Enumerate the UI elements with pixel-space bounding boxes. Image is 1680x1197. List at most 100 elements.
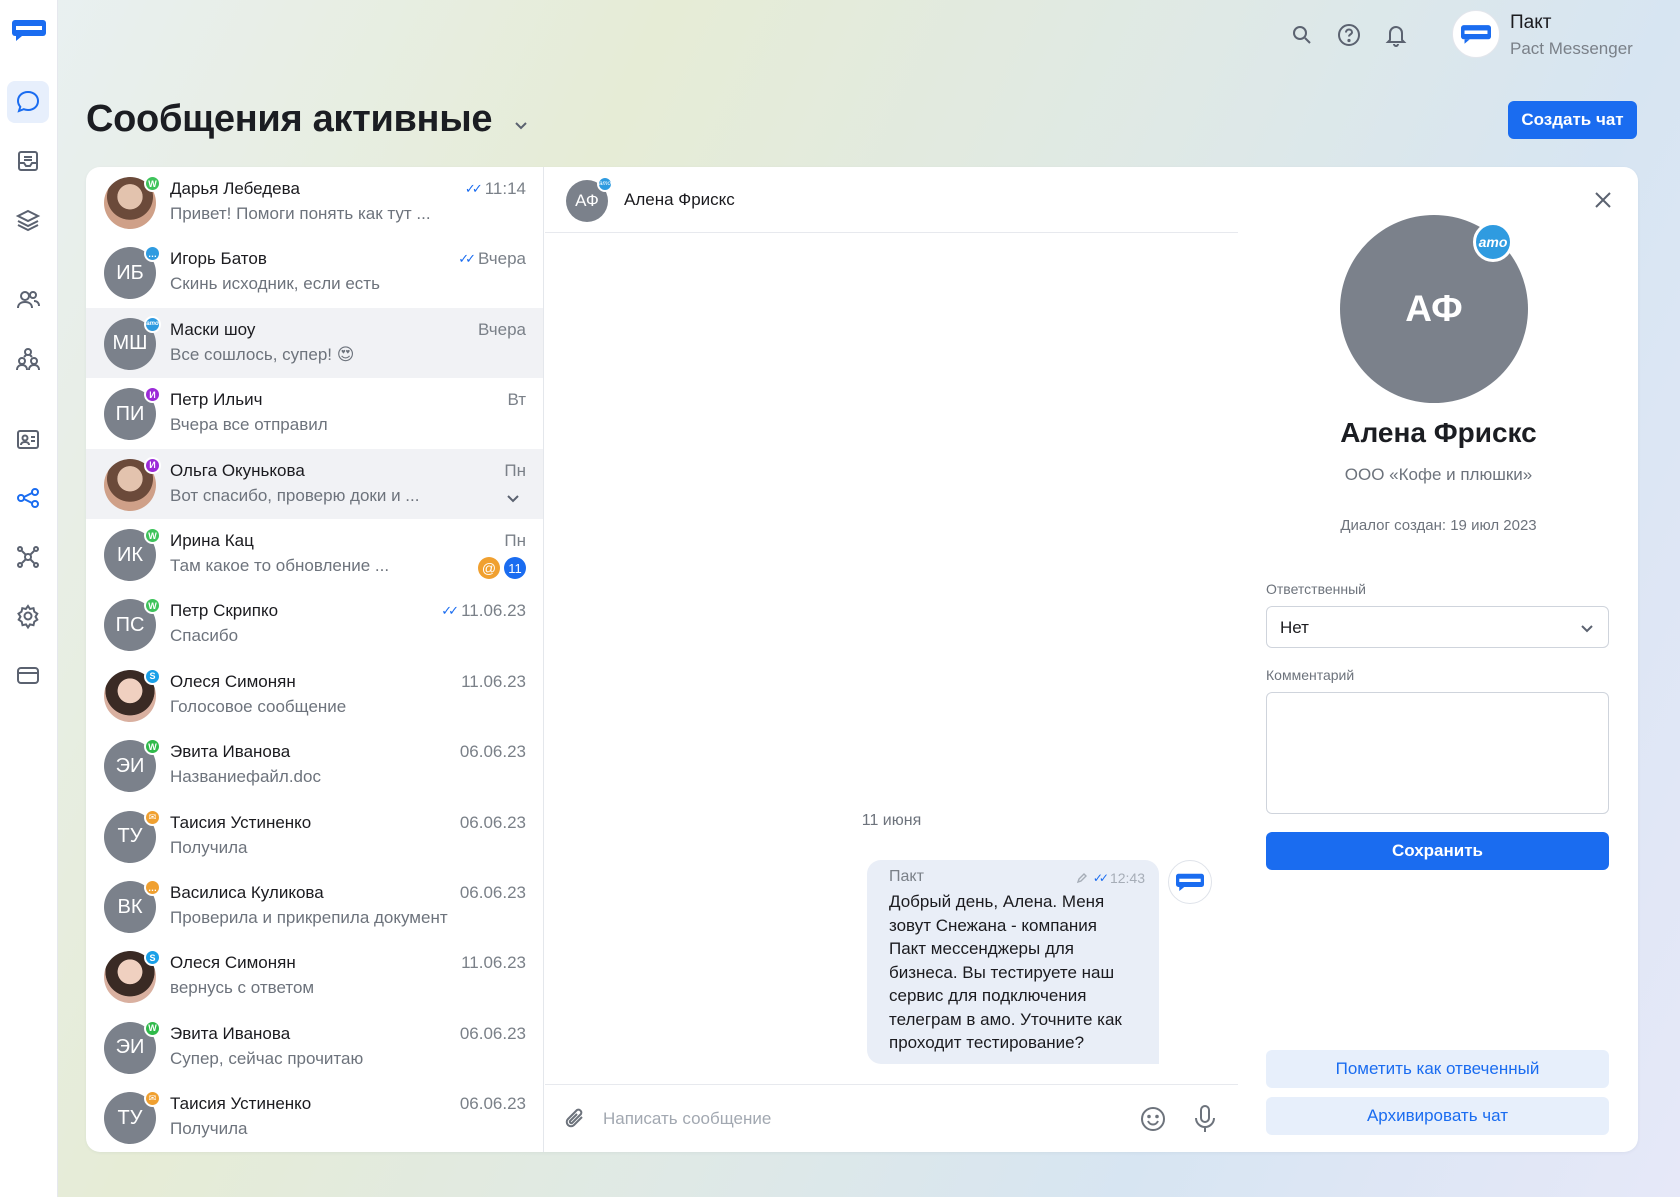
attach-paperclip-icon[interactable] bbox=[562, 1105, 590, 1133]
nav-contact-card-icon[interactable] bbox=[7, 418, 49, 460]
chat-orange-channel-icon: … bbox=[144, 879, 161, 896]
chat-name: Эвита Иванова bbox=[170, 1023, 291, 1043]
chat-list-item[interactable]: S Олеся Симонян вернусь с ответом 11.06.23 bbox=[86, 941, 543, 1011]
unread-count-badge: 11 bbox=[504, 557, 526, 579]
chat-time: 06.06.23 bbox=[460, 1024, 526, 1044]
account-subtitle: Pact Messenger bbox=[1510, 39, 1633, 58]
nav-network-icon[interactable] bbox=[7, 536, 49, 578]
chat-name: Ирина Кац bbox=[170, 531, 254, 550]
whatsapp-channel-icon: W bbox=[144, 527, 161, 544]
instagram-channel-icon: И bbox=[144, 456, 161, 474]
contact-name: Алена Фрискс bbox=[1340, 417, 1537, 448]
chat-preview: Голосовое сообщение bbox=[170, 696, 347, 716]
chat-time: Вт bbox=[507, 390, 526, 410]
chat-list-item[interactable]: ЭИ W Эвита Иванова Названиефайл.doc 06.06.23 bbox=[86, 730, 543, 800]
chat-preview: Скинь исходник, если есть bbox=[170, 274, 380, 294]
chat-time-text: 06.06.23 bbox=[459, 883, 526, 902]
sidebar bbox=[0, 0, 58, 1197]
chat-list-item[interactable]: ТУ ✉ Таисия Устиненко Получила 06.06.23 bbox=[86, 1082, 543, 1152]
chat-preview: Супер, сейчас прочитаю bbox=[170, 1048, 364, 1068]
nav-gear-icon[interactable] bbox=[7, 595, 49, 637]
chat-time: 06.06.23 bbox=[460, 742, 526, 762]
whatsapp-channel-icon: W bbox=[144, 597, 161, 615]
chat-list-item[interactable]: ВК… Василиса Куликова Проверила и прикрепи… bbox=[86, 871, 543, 941]
chat-list-item[interactable]: ИК W Ирина Кац Там какое то обновление ... П… bbox=[86, 519, 543, 589]
chat-list-item[interactable]: ЭИ W Эвита Иванова Супер, сейчас прочитаю 06… bbox=[86, 1012, 543, 1082]
comment-textarea[interactable] bbox=[1266, 692, 1609, 814]
chevron-down-icon bbox=[1581, 625, 1593, 633]
nav-layers-icon[interactable] bbox=[7, 199, 49, 241]
read-checks-icon: ✓✓ bbox=[458, 251, 476, 267]
date-separator: 11 июня bbox=[861, 812, 922, 829]
amo-channel-icon: amo bbox=[144, 315, 161, 333]
chat-channel-icon: … bbox=[144, 245, 161, 263]
nav-share-icon[interactable] bbox=[7, 477, 49, 519]
microphone-icon[interactable] bbox=[1190, 1102, 1220, 1136]
read-checks-icon: ✓✓ bbox=[441, 603, 459, 619]
chat-time: 06.06.23 bbox=[460, 883, 526, 903]
chat-preview: Вот спасибо, проверю доки и ... bbox=[170, 485, 420, 505]
wechat-channel-icon: W bbox=[144, 738, 161, 756]
search-icon[interactable] bbox=[1287, 20, 1317, 50]
chevron-down-icon[interactable] bbox=[504, 489, 522, 507]
chat-time-text: Вчера bbox=[478, 249, 526, 269]
message-bubble: Пакт ✓✓ 12:43 Добрый день, Алена. Меня з… bbox=[867, 860, 1159, 1064]
message-composer bbox=[545, 1084, 1238, 1152]
edited-pencil-icon bbox=[1076, 873, 1087, 884]
bell-icon[interactable] bbox=[1381, 20, 1411, 50]
amo-badge-large-icon: amo bbox=[1473, 222, 1513, 262]
chat-preview: Все сошлось, супер! 😍 bbox=[170, 344, 355, 364]
chat-time: Пн bbox=[504, 531, 526, 551]
save-button[interactable]: Сохранить bbox=[1266, 832, 1609, 870]
chat-list-item[interactable]: МШ amo Маски шоу Все сошлось, супер! 😍 Вчера bbox=[86, 307, 543, 378]
chat-list-item[interactable]: W Дарья Лебедева Привет! Помоги понять как… bbox=[86, 167, 543, 237]
dialog-created-date: Диалог создан: 19 июл 2023 bbox=[1340, 517, 1537, 534]
chat-preview: Спасибо bbox=[170, 626, 239, 646]
chat-list-item[interactable]: ТУ ✉ Таисия Устиненко Получила 06.06.23 bbox=[86, 801, 543, 871]
account-menu[interactable]: Пакт Pact Messenger bbox=[1452, 10, 1662, 60]
chat-list: W Дарья Лебедева Привет! Помоги понять как… bbox=[86, 167, 544, 1152]
title-chevron-down-icon[interactable] bbox=[510, 114, 532, 136]
chat-name: Олеся Симонян bbox=[170, 953, 296, 973]
chat-name: Ольга Окунькова bbox=[170, 460, 305, 480]
nav-org-structure-icon[interactable] bbox=[7, 338, 49, 380]
chat-list-item[interactable]: ПИ И Петр Ильич Вчера все отправил Вт bbox=[86, 378, 543, 448]
chat-time: ✓✓ Вчера bbox=[458, 249, 526, 269]
chat-time: 06.06.23 bbox=[460, 813, 526, 833]
nav-chats-icon[interactable] bbox=[7, 81, 49, 123]
chat-preview: Вчера все отправил bbox=[170, 415, 328, 435]
message-input[interactable] bbox=[603, 1103, 1073, 1135]
chat-time-text: Пн bbox=[504, 460, 526, 480]
message-meta: ✓✓ 12:43 bbox=[1076, 870, 1145, 886]
chat-list-item[interactable]: И Ольга Окунькова Вот спасибо, проверю док… bbox=[86, 448, 543, 519]
help-icon[interactable] bbox=[1334, 20, 1364, 50]
whatsapp-channel-icon: W bbox=[144, 175, 161, 192]
read-checks-icon: ✓✓ bbox=[1092, 871, 1109, 885]
mark-answered-button[interactable]: Пометить как отвеченный bbox=[1266, 1050, 1609, 1088]
create-chat-button[interactable]: Создать чат bbox=[1508, 101, 1637, 139]
chat-list-item[interactable]: ИБ… Игорь Батов Скинь исходник, если есть ✓… bbox=[86, 237, 543, 307]
chat-name: Петр Ильич bbox=[170, 390, 263, 410]
chat-name: Петр Скрипко bbox=[170, 601, 279, 621]
pact-logo[interactable] bbox=[12, 18, 46, 42]
chat-list-item[interactable]: ПС W Петр Скрипко Спасибо ✓✓ 11.06.23 bbox=[86, 589, 543, 659]
nav-credit-card-icon[interactable] bbox=[7, 654, 49, 696]
responsible-select[interactable]: Нет bbox=[1266, 606, 1609, 648]
wechat-channel-icon: W bbox=[144, 1019, 161, 1037]
chat-list-item[interactable]: S Олеся Симонян Голосовое сообщение 11.06.2… bbox=[86, 660, 543, 730]
chat-preview: Получила bbox=[170, 1119, 248, 1139]
nav-users-icon[interactable] bbox=[7, 279, 49, 321]
emoji-icon[interactable] bbox=[1138, 1104, 1168, 1134]
archive-chat-button[interactable]: Архивировать чат bbox=[1266, 1097, 1609, 1135]
chat-preview: Там какое то обновление ... bbox=[170, 556, 390, 575]
instagram-channel-icon: И bbox=[144, 386, 161, 404]
email-channel-icon: ✉ bbox=[144, 1090, 161, 1108]
chat-contact-name[interactable]: Алена Фрискс bbox=[624, 190, 735, 210]
chat-name: Эвита Иванова bbox=[170, 742, 291, 762]
responsible-value: Нет bbox=[1280, 618, 1309, 637]
comment-label: Комментарий bbox=[1266, 667, 1355, 683]
page-title: Сообщения активные bbox=[86, 98, 493, 140]
chat-preview: Проверила и прикрепила документ bbox=[170, 908, 448, 927]
close-icon[interactable] bbox=[1590, 187, 1616, 213]
nav-inbox-icon[interactable] bbox=[7, 140, 49, 182]
